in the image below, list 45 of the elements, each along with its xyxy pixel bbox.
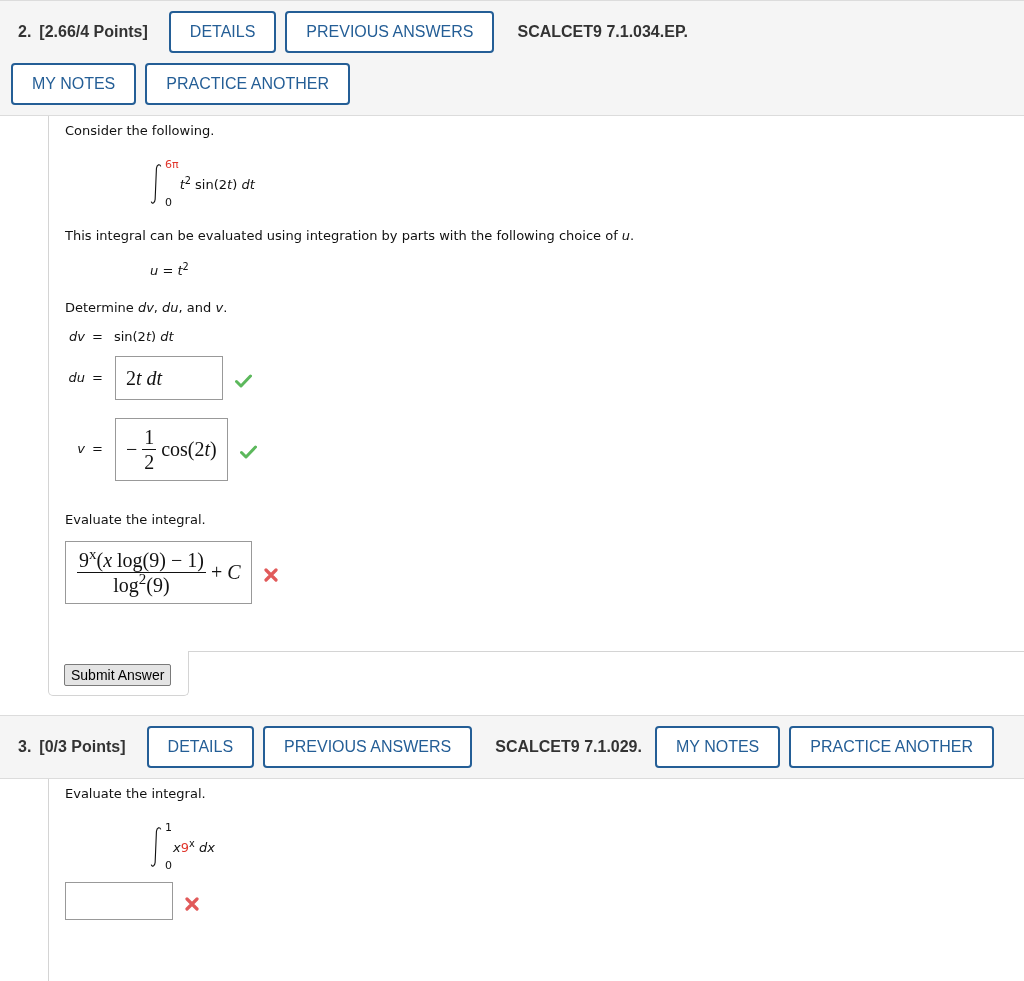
toolbar-button[interactable]: DETAILS: [146, 725, 255, 768]
answer-field[interactable]: 2t dt: [114, 355, 223, 400]
variable-label: du: [68, 368, 85, 387]
question-number: 2.: [18, 22, 32, 42]
question-text: Evaluate the integral.: [65, 784, 206, 803]
toolbar-button[interactable]: MY NOTES: [11, 63, 137, 105]
fraction-numerator: 1: [143, 424, 156, 449]
question-text: This integral can be evaluated using integration by parts with the following choice of u.: [65, 227, 635, 245]
question-number: 3.: [18, 736, 32, 757]
toolbar-button[interactable]: MY NOTES: [654, 725, 781, 768]
lower-limit: 0: [165, 859, 172, 872]
given-value: sin(2t) dt: [113, 327, 174, 346]
math-text: −: [125, 437, 138, 462]
variable-label: v: [77, 440, 85, 459]
equals-sign: =: [92, 328, 103, 346]
math-text: + C: [210, 560, 241, 585]
variable-label: dv: [69, 328, 85, 346]
math-text: 2t dt: [125, 365, 163, 391]
points-label: [2.66/4 Points]: [39, 22, 148, 42]
submit-button[interactable]: Submit Answer: [64, 663, 172, 686]
equals-sign: =: [92, 440, 103, 459]
fraction-denominator: 2: [143, 449, 156, 474]
lower-limit: 0: [165, 197, 173, 209]
math-text: cos(2t): [161, 437, 217, 463]
toolbar-button[interactable]: PRACTICE ANOTHER: [145, 63, 350, 105]
fraction-numerator: 9$^{x}$(x log(9) − 1): [78, 547, 205, 572]
integrand: x9$^{x}$ dx: [173, 838, 215, 857]
upper-limit: 6π: [165, 159, 179, 171]
integrand: t$^{2}$ sin(2t) dt: [179, 176, 255, 194]
toolbar-button[interactable]: PRACTICE ANOTHER: [789, 725, 994, 768]
problem-code: SCALCET9 7.1.029.: [495, 736, 642, 757]
upper-limit: 1: [165, 821, 172, 834]
equation-text: u = t$^{2}$: [150, 261, 189, 280]
toolbar-button[interactable]: PREVIOUS ANSWERS: [263, 725, 473, 768]
answer-field[interactable]: [65, 881, 173, 920]
problem-code: SCALCET9 7.1.034.EP.: [517, 22, 688, 42]
question-text: Consider the following.: [65, 122, 215, 140]
toolbar-button[interactable]: PREVIOUS ANSWERS: [285, 11, 495, 53]
points-label: [0/3 Points]: [39, 736, 126, 757]
toolbar-button[interactable]: DETAILS: [168, 11, 277, 53]
question-text: Determine dv, du, and v.: [65, 299, 228, 317]
question-text: Evaluate the integral.: [65, 510, 206, 529]
fraction-denominator: log$^{2}$(9): [112, 572, 171, 597]
equals-sign: =: [92, 368, 103, 387]
integral-sign-icon: [150, 161, 162, 207]
